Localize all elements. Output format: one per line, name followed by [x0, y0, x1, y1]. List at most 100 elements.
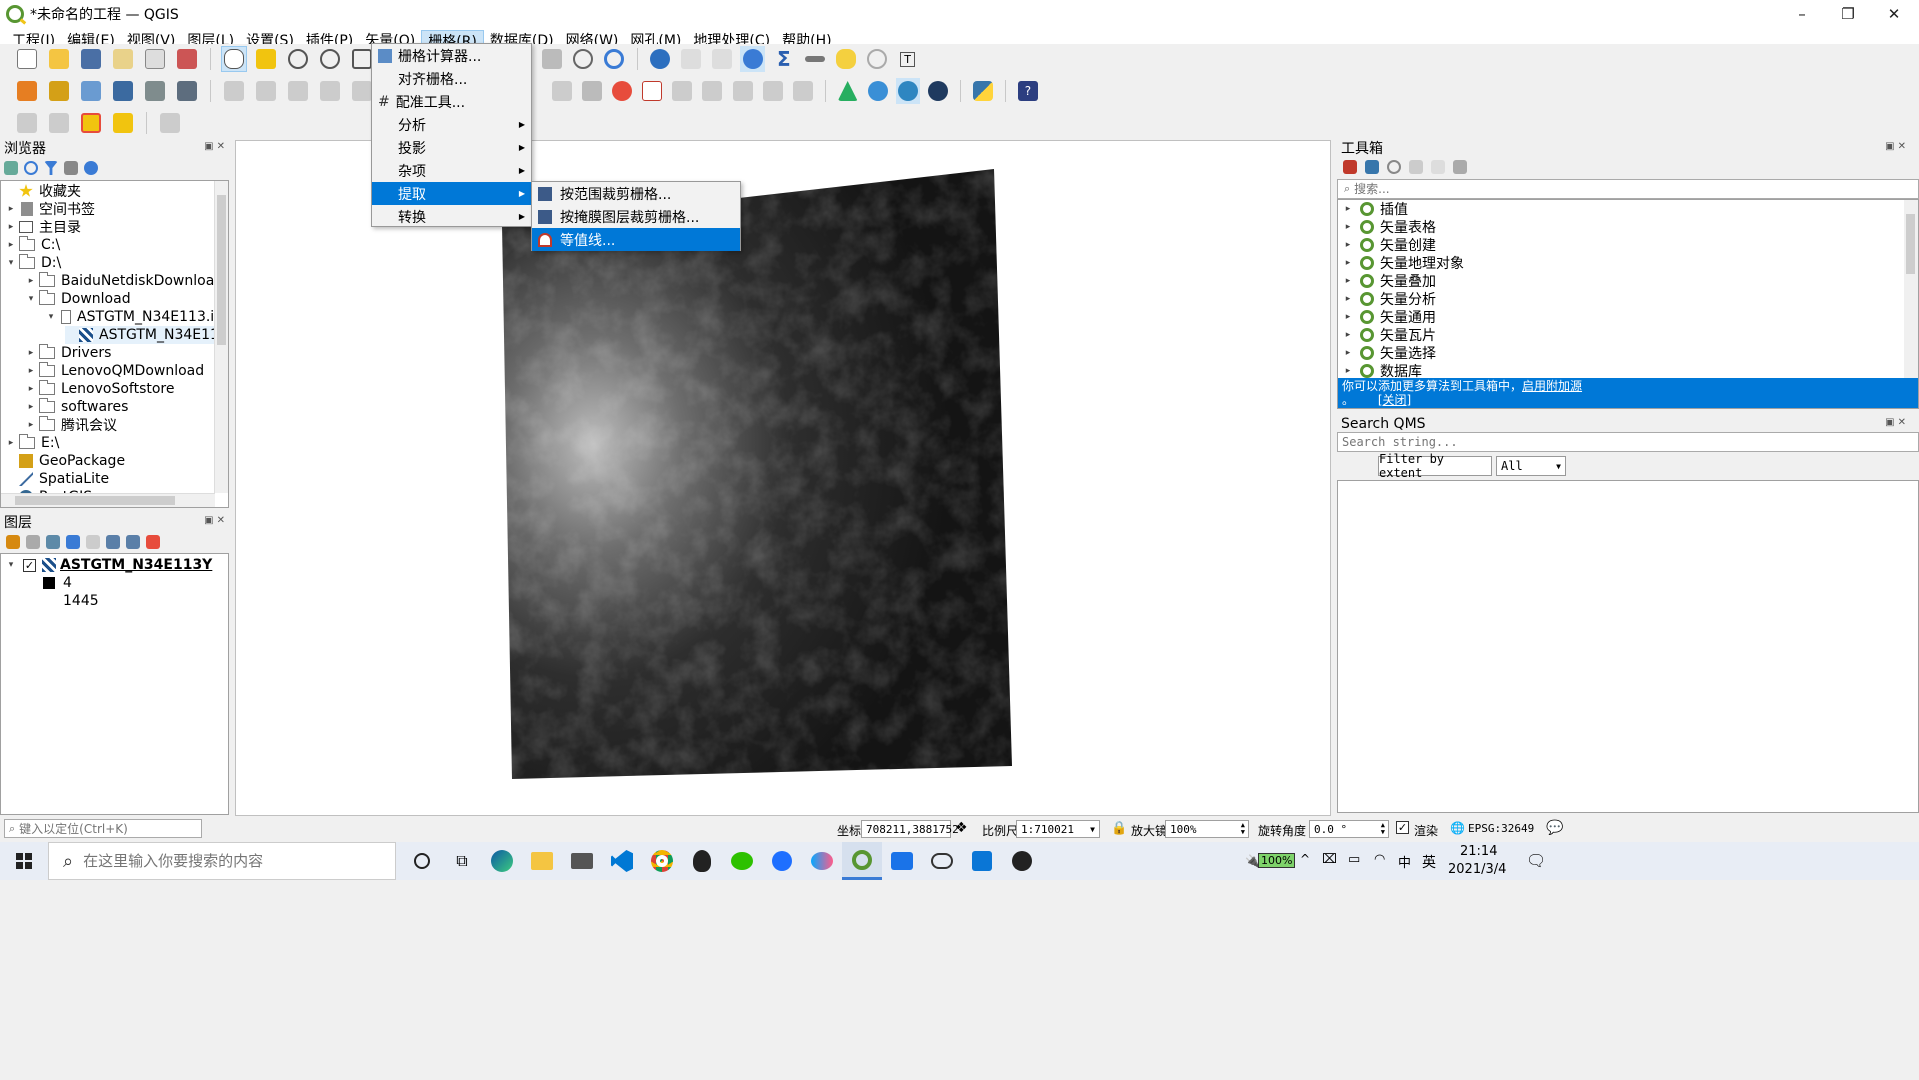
- cortana-icon[interactable]: [402, 842, 442, 880]
- browser-item[interactable]: GeoPackage: [5, 452, 125, 470]
- battery-indicator[interactable]: 100%: [1258, 853, 1296, 868]
- results-icon[interactable]: [1409, 160, 1423, 174]
- browser-item[interactable]: ▸ 空间书签: [5, 200, 95, 218]
- expand-arrow-icon[interactable]: ▸: [1342, 330, 1354, 340]
- select-value-icon[interactable]: [46, 110, 72, 136]
- render-checkbox[interactable]: ✓: [1396, 821, 1409, 834]
- label-show-icon[interactable]: [761, 78, 785, 104]
- label-rotate-icon[interactable]: [700, 78, 724, 104]
- menu-item-georeferencer[interactable]: # 配准工具...: [372, 90, 531, 113]
- menu-item-raster-calculator[interactable]: 栅格计算器...: [372, 44, 531, 67]
- dock-float-close-icon[interactable]: ▣✕: [1885, 417, 1909, 428]
- deselect-icon[interactable]: [78, 110, 104, 136]
- qgis-taskbar-icon[interactable]: [842, 842, 882, 880]
- virtual-layer-icon[interactable]: [174, 78, 200, 104]
- music-icon[interactable]: [962, 842, 1002, 880]
- expand-arrow-icon[interactable]: ▾: [5, 258, 17, 268]
- menu-item-analysis[interactable]: 分析 ▶: [372, 113, 531, 136]
- label-abc-icon[interactable]: [640, 78, 664, 104]
- georeferencer-icon[interactable]: [836, 78, 860, 104]
- crs-status[interactable]: EPSG:32649: [1468, 822, 1534, 835]
- spin-arrows-icon[interactable]: ▲ ▼: [1241, 822, 1245, 836]
- zoom-out-icon[interactable]: [317, 46, 343, 72]
- toolbox-scrollbar[interactable]: [1904, 200, 1918, 378]
- magnifier-spinbox[interactable]: 100% ▲ ▼: [1165, 820, 1249, 838]
- menu-item-conversion[interactable]: 转换 ▶: [372, 205, 531, 228]
- layer-name[interactable]: ASTGTM_N34E113Y: [60, 557, 212, 573]
- browser-item[interactable]: ▸ softwares: [25, 398, 128, 416]
- expand-arrow-icon[interactable]: ▸: [1342, 258, 1354, 268]
- expand-arrow-icon[interactable]: ▸: [1342, 204, 1354, 214]
- menu-item-align-rasters[interactable]: 对齐栅格...: [372, 67, 531, 90]
- browser-item[interactable]: SpatiaLite: [5, 470, 109, 488]
- browser-vertical-scrollbar[interactable]: [214, 181, 228, 493]
- expand-arrow-icon[interactable]: ▸: [25, 348, 37, 358]
- baidu-netdisk-icon[interactable]: [802, 842, 842, 880]
- toolbox-group[interactable]: ▸ 矢量创建: [1342, 236, 1436, 254]
- filter-legend-icon[interactable]: [66, 535, 80, 549]
- qms-search-input[interactable]: [1338, 435, 1638, 449]
- ime-chinese-icon[interactable]: 中: [1398, 852, 1411, 871]
- measure-line-icon[interactable]: [157, 110, 183, 136]
- new-project-icon[interactable]: [14, 46, 40, 72]
- toolbox-group[interactable]: ▸ 插值: [1342, 200, 1408, 218]
- toolbox-group[interactable]: ▸ 矢量分析: [1342, 290, 1436, 308]
- help-icon[interactable]: ?: [1016, 78, 1040, 104]
- edge-browser-icon[interactable]: [482, 842, 522, 880]
- crs-globe-icon[interactable]: 🌐: [1450, 821, 1465, 835]
- browser-item[interactable]: ▸ E:\: [5, 434, 59, 452]
- qms-search-icon[interactable]: [895, 78, 920, 104]
- menu-item-miscellaneous[interactable]: 杂项 ▶: [372, 159, 531, 182]
- refresh-icon[interactable]: [24, 161, 38, 175]
- options-wrench-icon[interactable]: [1453, 160, 1467, 174]
- taskbar-search-box[interactable]: ⌕: [48, 842, 396, 880]
- map-canvas[interactable]: [235, 140, 1331, 816]
- expand-arrow-icon[interactable]: ▸: [25, 366, 37, 376]
- close-button[interactable]: ✕: [1871, 0, 1917, 28]
- qms-settings-icon[interactable]: [926, 78, 950, 104]
- enable-providers-link[interactable]: 启用附加源: [1522, 379, 1582, 393]
- open-project-icon[interactable]: [46, 46, 72, 72]
- dock-float-close-icon[interactable]: ▣✕: [1885, 141, 1909, 152]
- browser-item[interactable]: ▸ 主目录: [5, 218, 81, 236]
- lock-scale-icon[interactable]: 🔒: [1111, 821, 1127, 836]
- menu-item-extraction[interactable]: 提取 ▶: [372, 182, 531, 205]
- expand-arrow-icon[interactable]: ▸: [25, 384, 37, 394]
- filter-expression-icon[interactable]: [86, 535, 100, 549]
- identify-icon[interactable]: [648, 46, 673, 72]
- browser-item[interactable]: ▾ D:\: [5, 254, 61, 272]
- scale-field[interactable]: 1:710021 ▼: [1016, 820, 1100, 838]
- file-explorer-icon[interactable]: [522, 842, 562, 880]
- layer-styling-icon[interactable]: [6, 535, 20, 549]
- print-layout-icon[interactable]: [142, 46, 168, 72]
- expand-arrow-icon[interactable]: ▸: [5, 222, 17, 232]
- edit-pencil-icon[interactable]: [221, 78, 247, 104]
- add-point-icon[interactable]: [317, 78, 343, 104]
- new-spatialite-icon[interactable]: [110, 78, 136, 104]
- expand-arrow-icon[interactable]: ▸: [1342, 312, 1354, 322]
- task-view-icon[interactable]: ⧉: [442, 842, 482, 880]
- browser-item[interactable]: ▸ 腾讯会议: [25, 416, 117, 434]
- action-center-icon[interactable]: 🗨: [1526, 851, 1546, 870]
- menu-item-contour[interactable]: 等值线...: [532, 228, 740, 251]
- vscode-icon[interactable]: [602, 842, 642, 880]
- maximize-button[interactable]: ❐: [1825, 0, 1871, 28]
- tray-chevron-up-icon[interactable]: ^: [1300, 852, 1310, 866]
- save-as-icon[interactable]: [110, 46, 136, 72]
- toolbox-group[interactable]: ▸ 矢量通用: [1342, 308, 1436, 326]
- zoom-in-icon[interactable]: [285, 46, 311, 72]
- expand-all-icon[interactable]: [106, 535, 120, 549]
- bookmark-icon[interactable]: [540, 46, 565, 72]
- browser-item[interactable]: ▾ Download: [25, 290, 131, 308]
- toolbox-group[interactable]: ▸ 矢量叠加: [1342, 272, 1436, 290]
- save-project-icon[interactable]: [78, 46, 104, 72]
- expand-arrow-icon[interactable]: ▸: [1342, 240, 1354, 250]
- expand-arrow-icon[interactable]: ▸: [1342, 348, 1354, 358]
- new-geopackage-icon[interactable]: [46, 78, 72, 104]
- label-diagram-icon[interactable]: [791, 78, 815, 104]
- locate-icon[interactable]: [864, 46, 889, 72]
- browser-horizontal-scrollbar[interactable]: [1, 493, 215, 507]
- scripts-icon[interactable]: [1365, 160, 1379, 174]
- rotation-spinbox[interactable]: 0.0 ° ▲ ▼: [1309, 820, 1389, 838]
- network-icon[interactable]: ▭: [1348, 852, 1360, 867]
